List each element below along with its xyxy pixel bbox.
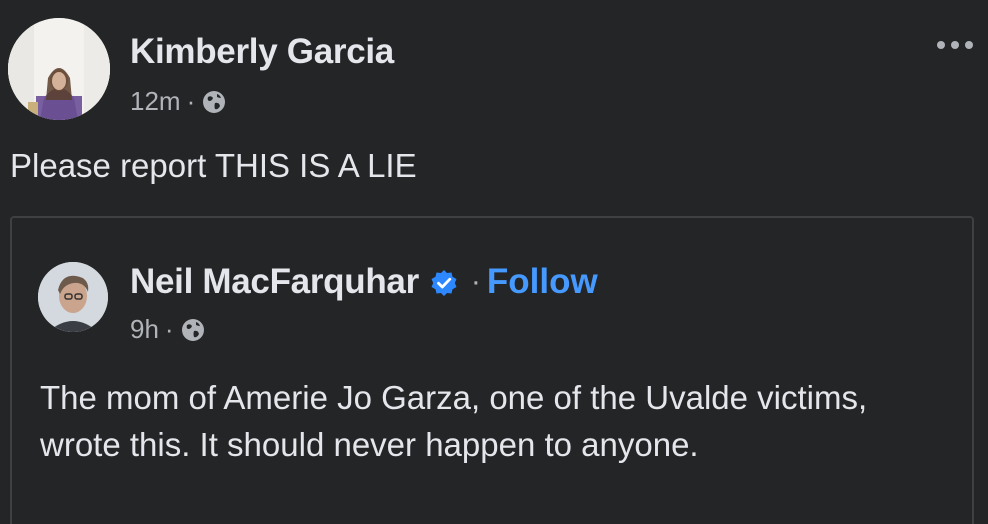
post-meta: 12m · bbox=[130, 86, 227, 117]
shared-author-avatar[interactable] bbox=[38, 262, 108, 332]
author-avatar-image bbox=[8, 18, 110, 120]
author-avatar[interactable] bbox=[8, 18, 110, 120]
follow-separator: · bbox=[470, 265, 481, 298]
globe-icon[interactable] bbox=[180, 317, 206, 343]
shared-author-name[interactable]: Neil MacFarquhar bbox=[130, 262, 419, 302]
post-text: Please report THIS IS A LIE bbox=[10, 147, 417, 184]
verified-badge-icon bbox=[429, 267, 459, 297]
shared-post-timestamp[interactable]: 9h bbox=[130, 314, 159, 345]
follow-button[interactable]: Follow bbox=[487, 262, 598, 302]
more-options-icon[interactable] bbox=[930, 30, 980, 60]
shared-post-meta: 9h · bbox=[130, 314, 206, 345]
globe-icon[interactable] bbox=[201, 89, 227, 115]
shared-author-avatar-image bbox=[38, 262, 108, 332]
meta-separator: · bbox=[186, 86, 196, 116]
shared-post-header: Neil MacFarquhar · Follow bbox=[130, 262, 598, 302]
post-timestamp[interactable]: 12m bbox=[130, 86, 181, 117]
post-card: Kimberly Garcia 12m · Please report THIS… bbox=[0, 0, 988, 524]
shared-meta-separator: · bbox=[164, 314, 174, 344]
shared-post-text: The mom of Amerie Jo Garza, one of the U… bbox=[40, 379, 868, 463]
author-name[interactable]: Kimberly Garcia bbox=[130, 32, 394, 72]
